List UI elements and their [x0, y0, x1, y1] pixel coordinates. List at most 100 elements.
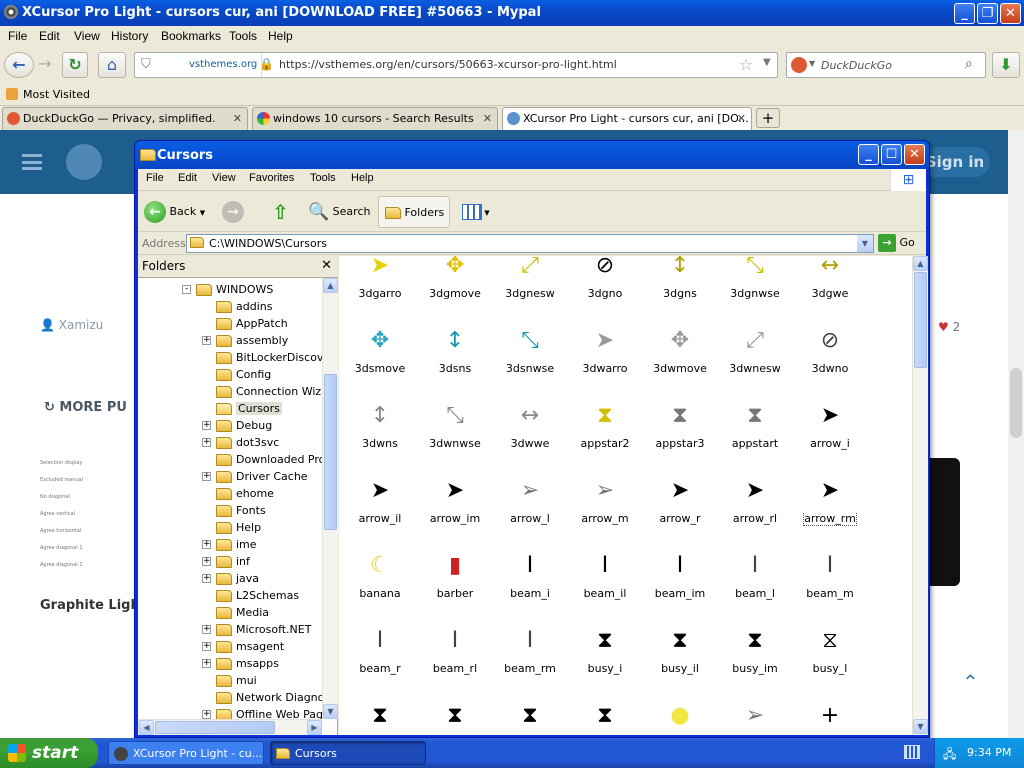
file-item[interactable]: ✥ 3dgmove — [418, 256, 492, 325]
file-item[interactable]: Ibeam_im — [643, 550, 717, 625]
folder-tree-item[interactable]: Downloaded Prog — [216, 451, 322, 468]
tab-search-results[interactable]: windows 10 cursors - Search Results ✕ — [252, 107, 498, 130]
file-item[interactable]: ➤ arrow_i — [793, 400, 867, 475]
tree-vertical-scrollbar[interactable]: ▲ ▼ — [322, 278, 338, 719]
bookmark-star-icon[interactable]: ☆ — [739, 55, 753, 74]
file-item[interactable]: ↕ 3dsns — [418, 325, 492, 400]
file-item[interactable]: Ibeam_rm — [493, 625, 567, 700]
file-item[interactable]: ● — [643, 700, 717, 735]
folder-tree-item[interactable]: L2Schemas — [216, 587, 299, 604]
folders-button[interactable]: Folders — [378, 196, 450, 228]
menu-help[interactable]: Help — [351, 172, 374, 184]
scrollbar-thumb[interactable] — [324, 374, 337, 530]
taskbar-item-mypal[interactable]: XCursor Pro Light - cu... — [108, 741, 264, 765]
go-button[interactable]: → Go — [878, 234, 915, 252]
menu-view[interactable]: View — [74, 29, 100, 43]
folder-tree-item[interactable]: Help — [216, 519, 261, 536]
file-item[interactable]: ➢ arrow_l — [493, 475, 567, 550]
most-visited-bookmark[interactable]: Most Visited — [23, 88, 90, 101]
file-item[interactable]: ⤡ 3dsnwse — [493, 325, 567, 400]
address-text[interactable]: C:\WINDOWS\Cursors — [209, 237, 327, 250]
url-bar[interactable]: ⛉ vsthemes.org 🔒 https://vsthemes.org/en… — [134, 52, 778, 78]
file-item[interactable]: ⧗ — [418, 700, 492, 735]
expand-icon[interactable]: + — [202, 659, 211, 668]
close-button[interactable]: ✕ — [1000, 3, 1021, 24]
menu-tools[interactable]: Tools — [310, 172, 336, 184]
expand-icon[interactable]: + — [202, 421, 211, 430]
expand-icon[interactable]: + — [202, 472, 211, 481]
folder-tree-item[interactable]: dot3svc — [216, 434, 279, 451]
file-item[interactable]: ✥ 3dsmove — [343, 325, 417, 400]
scrollbar-thumb[interactable] — [914, 272, 927, 368]
download-icon[interactable]: ⬇ — [992, 52, 1020, 78]
start-button[interactable]: start — [0, 738, 98, 768]
file-item[interactable]: ▮ barber — [418, 550, 492, 625]
expand-icon[interactable]: + — [202, 557, 211, 566]
close-pane-icon[interactable]: ✕ — [321, 256, 332, 276]
file-item[interactable]: ➢ arrow_m — [568, 475, 642, 550]
file-item[interactable]: Ibeam_l — [718, 550, 792, 625]
taskbar-item-cursors[interactable]: Cursors — [270, 741, 426, 765]
url-text[interactable]: https://vsthemes.org/en/cursors/50663-xc… — [279, 58, 617, 71]
file-item[interactable]: ⧗ — [493, 700, 567, 735]
file-item[interactable]: ⊘ 3dwno — [793, 325, 867, 400]
search-icon[interactable]: ⌕ — [965, 56, 973, 72]
menu-help[interactable]: Help — [268, 29, 293, 43]
file-item[interactable]: ➤ arrow_rm — [793, 475, 867, 550]
card-title[interactable]: Graphite Ligh — [40, 598, 140, 613]
file-item[interactable]: ⊘ 3dgno — [568, 256, 642, 325]
file-item[interactable]: ☾ banana — [343, 550, 417, 625]
duckduckgo-icon[interactable] — [791, 57, 807, 73]
file-item[interactable]: ⧖ busy_l — [793, 625, 867, 700]
clock[interactable]: 9:34 PM — [967, 746, 1011, 759]
menu-edit[interactable]: Edit — [178, 172, 197, 184]
file-item[interactable]: ➤ arrow_il — [343, 475, 417, 550]
folder-tree-item[interactable]: Config — [216, 366, 271, 383]
scroll-left-icon[interactable]: ◀ — [139, 720, 154, 735]
hamburger-menu-icon[interactable] — [22, 154, 42, 170]
expand-icon[interactable]: + — [202, 336, 211, 345]
scrollbar-thumb[interactable] — [1010, 368, 1022, 438]
file-item[interactable]: + — [793, 700, 867, 735]
scroll-right-icon[interactable]: ▶ — [307, 720, 322, 735]
tab-xcursor[interactable]: XCursor Pro Light - cursors cur, ani [DO… — [502, 107, 752, 130]
minimize-button[interactable]: _ — [954, 3, 975, 24]
scrollbar-thumb[interactable] — [155, 721, 275, 734]
menu-tools[interactable]: Tools — [229, 29, 257, 43]
expand-icon[interactable]: + — [202, 574, 211, 583]
folder-tree-item[interactable]: inf — [216, 553, 250, 570]
file-item[interactable]: Ibeam_il — [568, 550, 642, 625]
tree-horizontal-scrollbar[interactable]: ◀ ▶ — [138, 719, 322, 735]
card-thumbnail[interactable] — [930, 458, 960, 586]
views-button[interactable]: ▼ — [458, 196, 494, 228]
menu-favorites[interactable]: Favorites — [249, 172, 294, 184]
folder-tree-item[interactable]: ime — [216, 536, 257, 553]
menu-edit[interactable]: Edit — [39, 29, 60, 43]
chevron-up-icon[interactable]: ⌃ — [962, 670, 979, 694]
network-icon[interactable]: 🖧 — [943, 745, 956, 766]
folder-tree-item[interactable]: java — [216, 570, 259, 587]
sign-in-button[interactable]: Sign in — [920, 147, 990, 177]
file-item[interactable]: ⧗ appstar2 — [568, 400, 642, 475]
file-item[interactable]: ⤡ 3dgnwse — [718, 256, 792, 325]
file-item[interactable]: ⧗ — [343, 700, 417, 735]
folder-tree-item[interactable]: Connection Wizar — [216, 383, 322, 400]
search-engine-dropdown-icon[interactable]: ▼ — [809, 59, 815, 68]
scroll-up-icon[interactable]: ▲ — [323, 278, 338, 293]
new-tab-button[interactable]: + — [756, 108, 780, 128]
tab-close-icon[interactable]: ✕ — [483, 108, 492, 130]
expand-icon[interactable]: + — [202, 438, 211, 447]
file-item[interactable]: ⤡ 3dwnwse — [418, 400, 492, 475]
tab-close-icon[interactable]: ✕ — [737, 108, 746, 130]
file-item[interactable]: ➤ 3dwarro — [568, 325, 642, 400]
folder-tree-item[interactable]: AppPatch — [216, 315, 288, 332]
minimize-button[interactable]: _ — [858, 144, 879, 165]
files-vertical-scrollbar[interactable]: ▲ ▼ — [912, 256, 928, 735]
menu-history[interactable]: History — [111, 29, 148, 43]
back-dropdown-icon[interactable]: ▼ — [200, 209, 205, 217]
reload-icon[interactable]: ↻ — [62, 52, 88, 78]
file-item[interactable]: ⧗ appstart — [718, 400, 792, 475]
folder-tree-item[interactable]: Network Diagnost — [216, 689, 322, 706]
folder-tree-item[interactable]: ehome — [216, 485, 274, 502]
file-item[interactable]: ⧗ — [568, 700, 642, 735]
